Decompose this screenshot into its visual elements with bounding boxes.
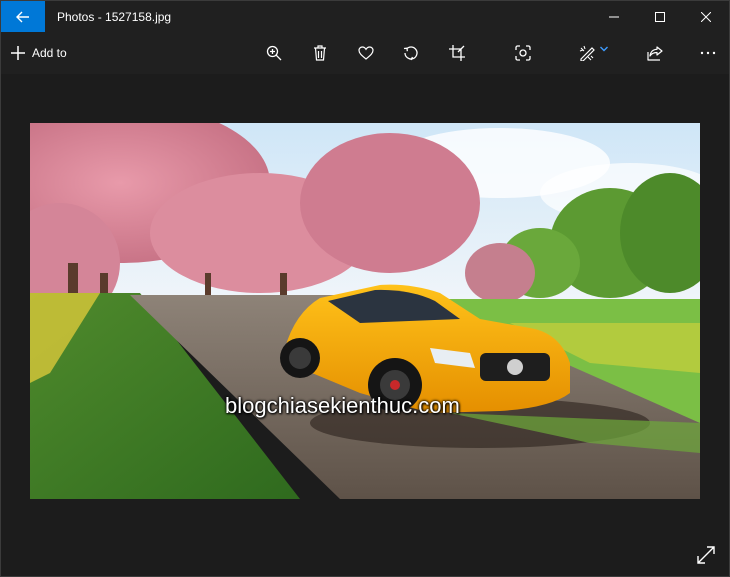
edit-create-button[interactable] (576, 32, 612, 74)
title-bar: Photos - 1527158.jpg (1, 1, 729, 32)
more-button[interactable] (698, 32, 718, 74)
maximize-icon (655, 11, 665, 22)
minimize-button[interactable] (591, 1, 637, 32)
enhance-icon (515, 45, 531, 61)
favorite-button[interactable] (356, 32, 376, 74)
photo-canvas[interactable]: blogchiasekienthuc.com (1, 74, 729, 576)
share-button[interactable] (645, 32, 665, 74)
delete-button[interactable] (310, 32, 330, 74)
zoom-button[interactable] (264, 32, 284, 74)
chevron-down-icon (600, 46, 608, 52)
photo-image: blogchiasekienthuc.com (30, 123, 700, 499)
back-arrow-icon (16, 11, 29, 22)
delete-icon (314, 45, 326, 61)
close-icon (701, 11, 711, 22)
zoom-in-icon (266, 45, 282, 61)
expand-icon (697, 546, 715, 564)
back-button[interactable] (1, 1, 45, 32)
minimize-icon (609, 16, 619, 17)
add-to-button[interactable]: Add to (11, 32, 67, 74)
rotate-button[interactable] (401, 32, 421, 74)
fullscreen-button[interactable] (697, 546, 719, 568)
window-title: Photos - 1527158.jpg (57, 9, 172, 24)
crop-button[interactable] (447, 32, 467, 74)
close-button[interactable] (683, 1, 729, 32)
photos-window: Photos - 1527158.jpg Add to blogchiaseki… (0, 0, 730, 577)
maximize-button[interactable] (637, 1, 683, 32)
add-to-label: Add to (32, 46, 67, 60)
more-icon (700, 51, 716, 55)
window-controls (591, 1, 729, 32)
enhance-button[interactable] (513, 32, 533, 74)
plus-icon (11, 46, 25, 60)
toolbar: Add to (1, 32, 729, 74)
favorite-icon (358, 46, 374, 60)
rotate-icon (403, 46, 418, 61)
share-icon (647, 45, 663, 61)
edit-icon (579, 45, 595, 61)
crop-icon (449, 45, 465, 61)
watermark-text: blogchiasekienthuc.com (225, 393, 460, 418)
